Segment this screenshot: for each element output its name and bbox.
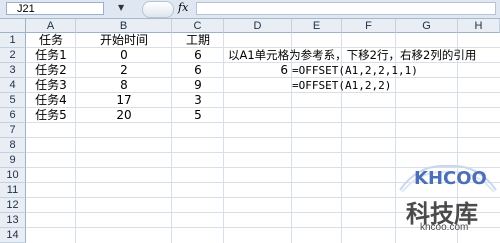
select-all-corner[interactable]: [0, 19, 26, 33]
cell-d2-note[interactable]: 以A1单元格为参考系，下移2行，右移2列的引用: [228, 48, 476, 63]
cell-c1[interactable]: 工期: [172, 33, 224, 48]
cell-c4[interactable]: 9: [172, 78, 224, 93]
row-header-3[interactable]: 3: [0, 63, 26, 78]
row-header-9[interactable]: 9: [0, 153, 26, 168]
row-header-4[interactable]: 4: [0, 78, 26, 93]
cell-a5[interactable]: 任务4: [26, 93, 76, 108]
column-header-h[interactable]: H: [458, 19, 500, 33]
row-header-7[interactable]: 7: [0, 123, 26, 138]
cell-a3[interactable]: 任务2: [26, 63, 76, 78]
column-header-f[interactable]: F: [342, 19, 396, 33]
column-header-g[interactable]: G: [396, 19, 458, 33]
cell-c3[interactable]: 6: [172, 63, 224, 78]
row-header-10[interactable]: 10: [0, 168, 26, 183]
column-header-e[interactable]: E: [292, 19, 342, 33]
row-header-2[interactable]: 2: [0, 48, 26, 63]
cell-a1[interactable]: 任务: [26, 33, 76, 48]
cell-b6[interactable]: 20: [76, 108, 172, 123]
column-header-d[interactable]: D: [224, 19, 292, 33]
cell-b2[interactable]: 0: [76, 48, 172, 63]
row-header-8[interactable]: 8: [0, 138, 26, 153]
column-header-b[interactable]: B: [76, 19, 172, 33]
cancel-enter-button[interactable]: [142, 1, 174, 18]
cell-c6[interactable]: 5: [172, 108, 224, 123]
row-header-13[interactable]: 13: [0, 213, 26, 228]
cell-b4[interactable]: 8: [76, 78, 172, 93]
cell-e3[interactable]: =OFFSET(A1,2,2,1,1): [292, 63, 418, 78]
gridline: [26, 137, 500, 138]
cell-d3[interactable]: 6: [274, 63, 288, 78]
function-icon[interactable]: fx: [178, 1, 188, 14]
row-header-14[interactable]: 14: [0, 228, 26, 243]
cell-b3[interactable]: 2: [76, 63, 172, 78]
watermark-khcoo: KHCOO: [414, 168, 487, 189]
cell-b5[interactable]: 17: [76, 93, 172, 108]
column-header-c[interactable]: C: [172, 19, 224, 33]
row-header-1[interactable]: 1: [0, 33, 26, 48]
column-header-a[interactable]: A: [26, 19, 76, 33]
chevron-down-icon[interactable]: ▼: [118, 3, 124, 12]
cell-c5[interactable]: 3: [172, 93, 224, 108]
row-header-11[interactable]: 11: [0, 183, 26, 198]
cell-b1[interactable]: 开始时间: [76, 33, 172, 48]
row-header-12[interactable]: 12: [0, 198, 26, 213]
cell-c2[interactable]: 6: [172, 48, 224, 63]
cell-a6[interactable]: 任务5: [26, 108, 76, 123]
cell-a4[interactable]: 任务3: [26, 78, 76, 93]
formula-input[interactable]: [196, 2, 496, 15]
cell-e4[interactable]: =OFFSET(A1,2,2): [292, 78, 391, 93]
cell-a2[interactable]: 任务1: [26, 48, 76, 63]
row-header-6[interactable]: 6: [0, 108, 26, 123]
name-box[interactable]: J21: [6, 2, 104, 15]
watermark-logo: KHCOO 科技库 khcoo.com: [398, 160, 498, 236]
watermark-url: khcoo.com: [420, 222, 469, 233]
formula-bar: J21 ▼ fx: [0, 0, 500, 19]
row-header-5[interactable]: 5: [0, 93, 26, 108]
gridline: [26, 152, 500, 153]
